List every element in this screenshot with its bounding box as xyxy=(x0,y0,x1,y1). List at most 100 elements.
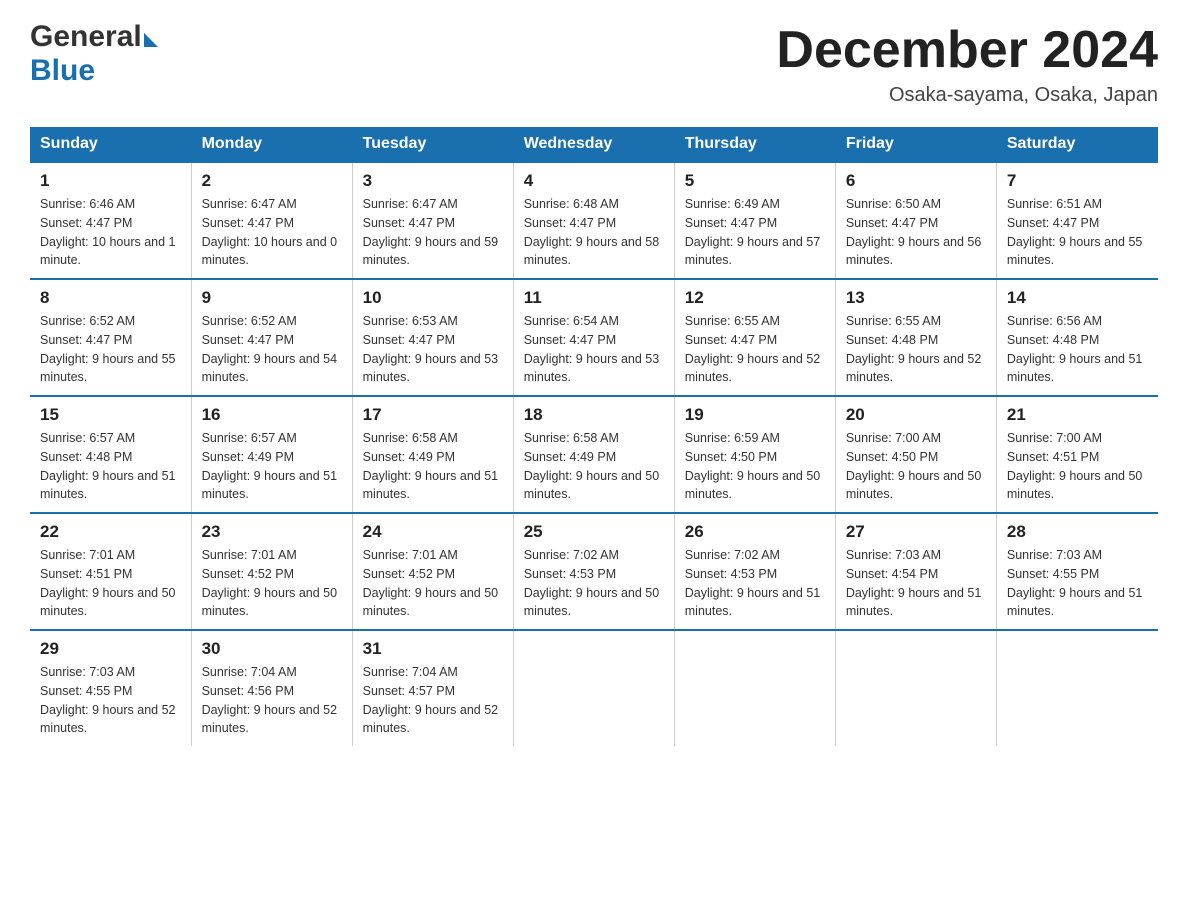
calendar-day-cell: 24 Sunrise: 7:01 AM Sunset: 4:52 PM Dayl… xyxy=(352,513,513,630)
calendar-day-cell: 31 Sunrise: 7:04 AM Sunset: 4:57 PM Dayl… xyxy=(352,630,513,746)
day-number: 2 xyxy=(202,171,342,191)
calendar-body: 1 Sunrise: 6:46 AM Sunset: 4:47 PM Dayli… xyxy=(30,162,1158,746)
day-info: Sunrise: 6:52 AM Sunset: 4:47 PM Dayligh… xyxy=(40,312,181,387)
day-info: Sunrise: 6:57 AM Sunset: 4:49 PM Dayligh… xyxy=(202,429,342,504)
day-number: 31 xyxy=(363,639,503,659)
day-info: Sunrise: 6:58 AM Sunset: 4:49 PM Dayligh… xyxy=(363,429,503,504)
day-info: Sunrise: 7:04 AM Sunset: 4:57 PM Dayligh… xyxy=(363,663,503,738)
day-number: 14 xyxy=(1007,288,1148,308)
calendar-week-row: 1 Sunrise: 6:46 AM Sunset: 4:47 PM Dayli… xyxy=(30,162,1158,279)
day-info: Sunrise: 6:54 AM Sunset: 4:47 PM Dayligh… xyxy=(524,312,664,387)
calendar-day-cell: 14 Sunrise: 6:56 AM Sunset: 4:48 PM Dayl… xyxy=(996,279,1157,396)
location-subtitle: Osaka-sayama, Osaka, Japan xyxy=(776,84,1158,107)
calendar-day-cell: 10 Sunrise: 6:53 AM Sunset: 4:47 PM Dayl… xyxy=(352,279,513,396)
calendar-week-row: 15 Sunrise: 6:57 AM Sunset: 4:48 PM Dayl… xyxy=(30,396,1158,513)
calendar-day-cell: 1 Sunrise: 6:46 AM Sunset: 4:47 PM Dayli… xyxy=(30,162,191,279)
day-number: 29 xyxy=(40,639,181,659)
day-info: Sunrise: 6:51 AM Sunset: 4:47 PM Dayligh… xyxy=(1007,195,1148,270)
calendar-week-row: 29 Sunrise: 7:03 AM Sunset: 4:55 PM Dayl… xyxy=(30,630,1158,746)
title-area: December 2024 Osaka-sayama, Osaka, Japan xyxy=(776,20,1158,107)
calendar-day-cell: 13 Sunrise: 6:55 AM Sunset: 4:48 PM Dayl… xyxy=(835,279,996,396)
day-info: Sunrise: 6:49 AM Sunset: 4:47 PM Dayligh… xyxy=(685,195,825,270)
calendar-day-cell: 22 Sunrise: 7:01 AM Sunset: 4:51 PM Dayl… xyxy=(30,513,191,630)
day-number: 1 xyxy=(40,171,181,191)
day-info: Sunrise: 7:02 AM Sunset: 4:53 PM Dayligh… xyxy=(524,546,664,621)
month-title: December 2024 xyxy=(776,20,1158,80)
day-number: 18 xyxy=(524,405,664,425)
day-number: 17 xyxy=(363,405,503,425)
calendar-day-cell: 4 Sunrise: 6:48 AM Sunset: 4:47 PM Dayli… xyxy=(513,162,674,279)
calendar-day-cell: 5 Sunrise: 6:49 AM Sunset: 4:47 PM Dayli… xyxy=(674,162,835,279)
day-info: Sunrise: 7:02 AM Sunset: 4:53 PM Dayligh… xyxy=(685,546,825,621)
day-info: Sunrise: 7:01 AM Sunset: 4:52 PM Dayligh… xyxy=(202,546,342,621)
day-number: 22 xyxy=(40,522,181,542)
day-info: Sunrise: 6:59 AM Sunset: 4:50 PM Dayligh… xyxy=(685,429,825,504)
day-info: Sunrise: 6:47 AM Sunset: 4:47 PM Dayligh… xyxy=(202,195,342,270)
day-info: Sunrise: 6:55 AM Sunset: 4:48 PM Dayligh… xyxy=(846,312,986,387)
day-number: 13 xyxy=(846,288,986,308)
calendar-day-cell: 21 Sunrise: 7:00 AM Sunset: 4:51 PM Dayl… xyxy=(996,396,1157,513)
header-friday: Friday xyxy=(835,127,996,162)
day-number: 20 xyxy=(846,405,986,425)
day-info: Sunrise: 7:00 AM Sunset: 4:50 PM Dayligh… xyxy=(846,429,986,504)
weekday-header-row: Sunday Monday Tuesday Wednesday Thursday… xyxy=(30,127,1158,162)
calendar-day-cell: 11 Sunrise: 6:54 AM Sunset: 4:47 PM Dayl… xyxy=(513,279,674,396)
calendar-day-cell: 27 Sunrise: 7:03 AM Sunset: 4:54 PM Dayl… xyxy=(835,513,996,630)
day-number: 10 xyxy=(363,288,503,308)
calendar-day-cell: 7 Sunrise: 6:51 AM Sunset: 4:47 PM Dayli… xyxy=(996,162,1157,279)
day-info: Sunrise: 6:57 AM Sunset: 4:48 PM Dayligh… xyxy=(40,429,181,504)
day-info: Sunrise: 7:01 AM Sunset: 4:51 PM Dayligh… xyxy=(40,546,181,621)
calendar-week-row: 8 Sunrise: 6:52 AM Sunset: 4:47 PM Dayli… xyxy=(30,279,1158,396)
day-number: 8 xyxy=(40,288,181,308)
day-number: 19 xyxy=(685,405,825,425)
calendar-day-cell: 20 Sunrise: 7:00 AM Sunset: 4:50 PM Dayl… xyxy=(835,396,996,513)
calendar-day-cell: 15 Sunrise: 6:57 AM Sunset: 4:48 PM Dayl… xyxy=(30,396,191,513)
day-info: Sunrise: 7:03 AM Sunset: 4:54 PM Dayligh… xyxy=(846,546,986,621)
day-number: 11 xyxy=(524,288,664,308)
day-info: Sunrise: 6:47 AM Sunset: 4:47 PM Dayligh… xyxy=(363,195,503,270)
header-tuesday: Tuesday xyxy=(352,127,513,162)
logo-blue-text: Blue xyxy=(30,54,95,88)
calendar-day-cell: 9 Sunrise: 6:52 AM Sunset: 4:47 PM Dayli… xyxy=(191,279,352,396)
logo-general-text: General xyxy=(30,20,142,54)
day-number: 6 xyxy=(846,171,986,191)
day-info: Sunrise: 6:56 AM Sunset: 4:48 PM Dayligh… xyxy=(1007,312,1148,387)
calendar-day-cell: 19 Sunrise: 6:59 AM Sunset: 4:50 PM Dayl… xyxy=(674,396,835,513)
day-info: Sunrise: 7:01 AM Sunset: 4:52 PM Dayligh… xyxy=(363,546,503,621)
calendar-day-cell xyxy=(674,630,835,746)
day-info: Sunrise: 6:58 AM Sunset: 4:49 PM Dayligh… xyxy=(524,429,664,504)
calendar-day-cell: 25 Sunrise: 7:02 AM Sunset: 4:53 PM Dayl… xyxy=(513,513,674,630)
calendar-day-cell: 17 Sunrise: 6:58 AM Sunset: 4:49 PM Dayl… xyxy=(352,396,513,513)
day-number: 27 xyxy=(846,522,986,542)
calendar-day-cell: 2 Sunrise: 6:47 AM Sunset: 4:47 PM Dayli… xyxy=(191,162,352,279)
day-info: Sunrise: 7:03 AM Sunset: 4:55 PM Dayligh… xyxy=(40,663,181,738)
page-header: General Blue December 2024 Osaka-sayama,… xyxy=(30,20,1158,107)
calendar-day-cell: 3 Sunrise: 6:47 AM Sunset: 4:47 PM Dayli… xyxy=(352,162,513,279)
day-number: 16 xyxy=(202,405,342,425)
calendar-header: Sunday Monday Tuesday Wednesday Thursday… xyxy=(30,127,1158,162)
day-number: 12 xyxy=(685,288,825,308)
calendar-day-cell: 23 Sunrise: 7:01 AM Sunset: 4:52 PM Dayl… xyxy=(191,513,352,630)
logo: General Blue xyxy=(30,20,158,88)
calendar-day-cell: 26 Sunrise: 7:02 AM Sunset: 4:53 PM Dayl… xyxy=(674,513,835,630)
day-info: Sunrise: 6:53 AM Sunset: 4:47 PM Dayligh… xyxy=(363,312,503,387)
calendar-day-cell: 28 Sunrise: 7:03 AM Sunset: 4:55 PM Dayl… xyxy=(996,513,1157,630)
day-number: 5 xyxy=(685,171,825,191)
day-info: Sunrise: 6:52 AM Sunset: 4:47 PM Dayligh… xyxy=(202,312,342,387)
header-thursday: Thursday xyxy=(674,127,835,162)
day-info: Sunrise: 6:55 AM Sunset: 4:47 PM Dayligh… xyxy=(685,312,825,387)
day-number: 26 xyxy=(685,522,825,542)
day-number: 9 xyxy=(202,288,342,308)
header-monday: Monday xyxy=(191,127,352,162)
header-wednesday: Wednesday xyxy=(513,127,674,162)
day-number: 28 xyxy=(1007,522,1148,542)
calendar-week-row: 22 Sunrise: 7:01 AM Sunset: 4:51 PM Dayl… xyxy=(30,513,1158,630)
day-info: Sunrise: 6:46 AM Sunset: 4:47 PM Dayligh… xyxy=(40,195,181,270)
day-number: 24 xyxy=(363,522,503,542)
day-info: Sunrise: 7:04 AM Sunset: 4:56 PM Dayligh… xyxy=(202,663,342,738)
header-sunday: Sunday xyxy=(30,127,191,162)
day-number: 4 xyxy=(524,171,664,191)
calendar-day-cell: 29 Sunrise: 7:03 AM Sunset: 4:55 PM Dayl… xyxy=(30,630,191,746)
calendar-day-cell: 30 Sunrise: 7:04 AM Sunset: 4:56 PM Dayl… xyxy=(191,630,352,746)
calendar-day-cell: 6 Sunrise: 6:50 AM Sunset: 4:47 PM Dayli… xyxy=(835,162,996,279)
